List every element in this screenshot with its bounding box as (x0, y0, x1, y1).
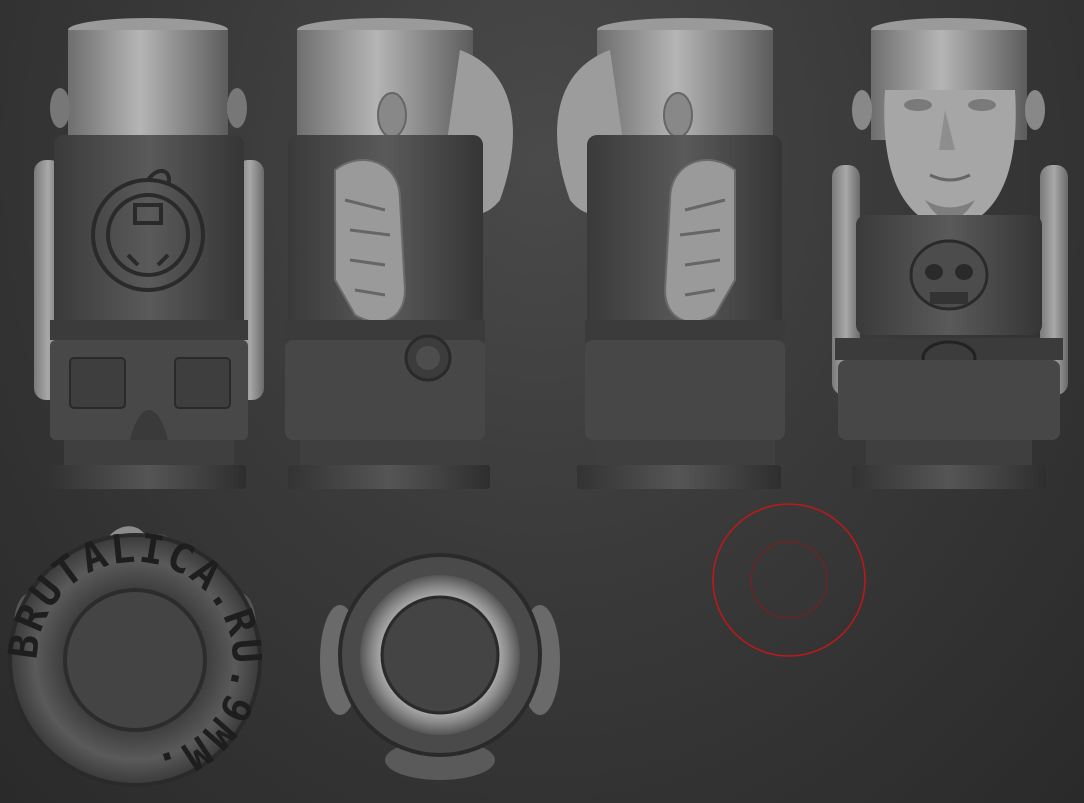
viewport-canvas[interactable]: BRUTALICA.RU.9MM. (0, 0, 1084, 803)
back-view[interactable] (34, 18, 264, 489)
top-view[interactable] (320, 553, 560, 780)
brush-cursor (712, 503, 866, 657)
bottom-view[interactable]: BRUTALICA.RU.9MM. (0, 525, 269, 791)
skull-emblem (909, 239, 989, 311)
right-view[interactable] (557, 18, 785, 489)
front-view[interactable] (832, 18, 1068, 489)
left-view[interactable] (285, 18, 513, 489)
